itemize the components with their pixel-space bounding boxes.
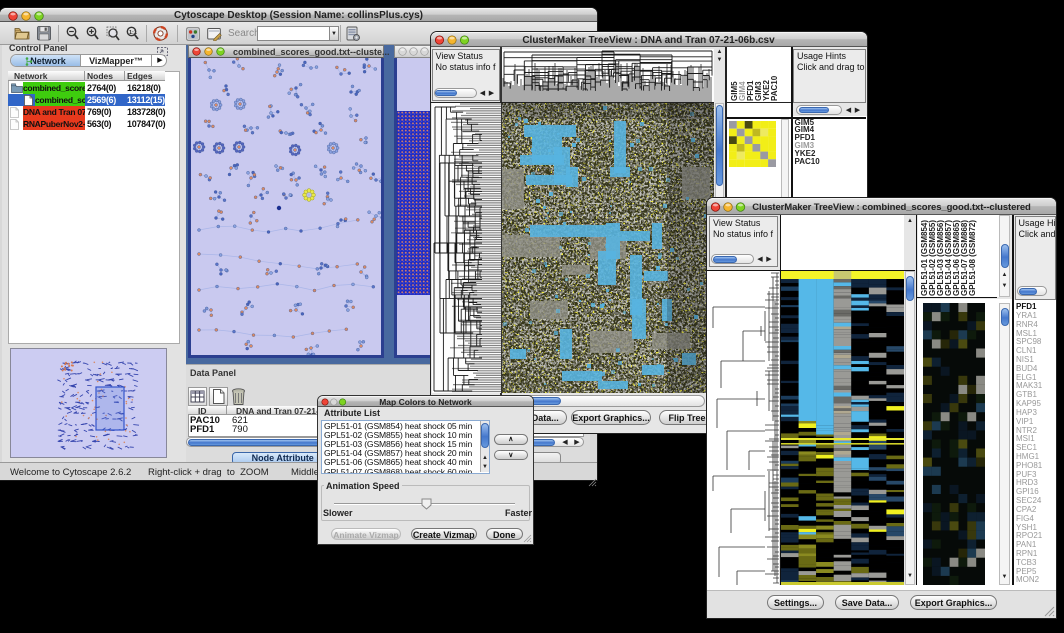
svg-text:1:1: 1:1 — [129, 30, 137, 36]
